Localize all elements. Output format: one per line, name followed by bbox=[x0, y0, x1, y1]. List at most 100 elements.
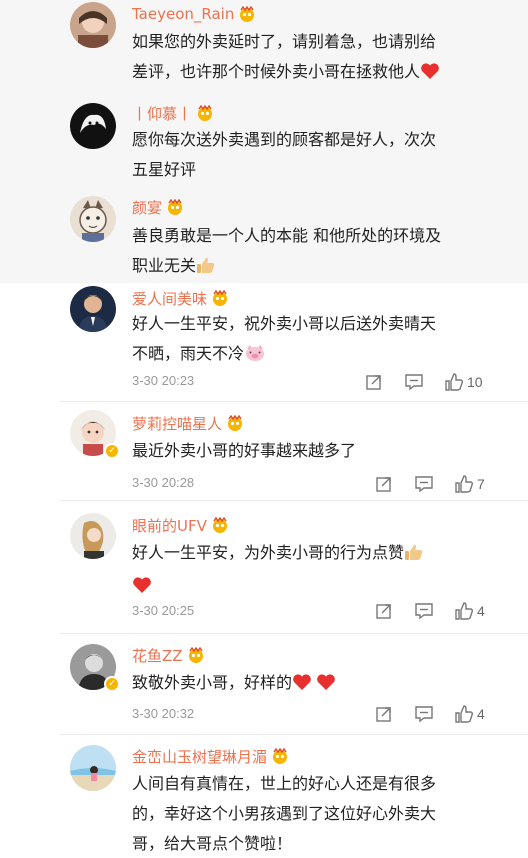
comment-item: 颜宴 善良勇敢是一个人的本能 和他所处的环境及 职业无关 bbox=[0, 187, 528, 283]
heart-icon bbox=[292, 671, 312, 701]
comment-line-text: 好人一生平安，为外卖小哥的行为点赞 bbox=[132, 543, 405, 562]
comment-author-row: 颜宴 bbox=[132, 196, 184, 218]
comment-line-text: 差评，也许那个时候外卖小哥在拯救他人 bbox=[132, 62, 421, 81]
vip-crown-icon bbox=[211, 516, 229, 533]
comment-actions: 7 bbox=[374, 474, 485, 494]
comment-line: 愿你每次送外卖遇到的顾客都是好人，次次 bbox=[132, 130, 437, 149]
verified-badge-icon: ✓ bbox=[104, 676, 120, 692]
like-icon[interactable] bbox=[444, 372, 464, 392]
comment-line: 不晒，雨天不冷 bbox=[132, 339, 484, 372]
username[interactable]: 爱人间美味 bbox=[132, 288, 207, 309]
comment-icon[interactable] bbox=[414, 601, 434, 621]
comment-item: 眼前的UFV 好人一生平安，为外卖小哥的行为点赞 3-30 20:25 4 bbox=[0, 501, 528, 633]
avatar[interactable] bbox=[70, 513, 116, 559]
repost-icon[interactable] bbox=[374, 601, 394, 621]
comment-line-text: 不晒，雨天不冷 bbox=[132, 344, 245, 363]
comment-line: 的，幸好这个小男孩遇到了这位好心外卖大 bbox=[132, 804, 437, 823]
comment-timestamp: 3-30 20:28 bbox=[132, 475, 195, 490]
like-count: 10 bbox=[467, 374, 483, 390]
comment-line-text: 职业无关 bbox=[132, 256, 197, 275]
like-icon[interactable] bbox=[454, 474, 474, 494]
username[interactable]: 萝莉控喵星人 bbox=[132, 413, 222, 434]
comment-line: 善良勇敢是一个人的本能 和他所处的环境及 bbox=[132, 226, 442, 245]
username[interactable]: 眼前的UFV bbox=[132, 515, 207, 536]
comment-item: ✓ 花鱼ZZ 致敬外卖小哥，好样的 3-30 20:32 4 bbox=[0, 634, 528, 734]
comment-author-row: 丨仰慕丨 bbox=[132, 102, 214, 124]
username[interactable]: 丨仰慕丨 bbox=[132, 103, 192, 124]
vip-crown-icon bbox=[271, 747, 289, 764]
comment-actions: 4 bbox=[374, 704, 485, 724]
avatar[interactable] bbox=[70, 103, 116, 149]
comment-author-row: 花鱼ZZ bbox=[132, 644, 205, 666]
comment-line bbox=[132, 571, 484, 604]
comment-line: 五星好评 bbox=[132, 160, 197, 179]
comment-text: 愿你每次送外卖遇到的顾客都是好人，次次 五星好评 bbox=[132, 125, 484, 185]
comment-text: 人间自有真情在，世上的好心人还是有很多 的，幸好这个小男孩遇到了这位好心外卖大 … bbox=[132, 769, 484, 858]
comment-line: 差评，也许那个时候外卖小哥在拯救他人 bbox=[132, 57, 484, 90]
comment-line: 职业无关 bbox=[132, 251, 484, 284]
comment-timestamp: 3-30 20:32 bbox=[132, 706, 195, 721]
like-count: 4 bbox=[477, 706, 485, 722]
comment-line: 哥，给大哥点个赞啦！ bbox=[132, 834, 293, 853]
thumbs-up-icon bbox=[404, 541, 424, 571]
comment-line: 好人一生平安，祝外卖小哥以后送外卖晴天 bbox=[132, 314, 437, 333]
comment-text: 好人一生平安，祝外卖小哥以后送外卖晴天 不晒，雨天不冷 bbox=[132, 309, 484, 372]
comment-item: Taeyeon_Rain 如果您的外卖延时了，请别着急，也请别给 差评，也许那个… bbox=[0, 0, 528, 95]
comment-feed: Taeyeon_Rain 如果您的外卖延时了，请别着急，也请别给 差评，也许那个… bbox=[0, 0, 528, 858]
comment-icon[interactable] bbox=[414, 704, 434, 724]
comment-item: 爱人间美味 好人一生平安，祝外卖小哥以后送外卖晴天 不晒，雨天不冷 3-30 2… bbox=[0, 283, 528, 401]
comment-author-row: 金峦山玉树望琳月湄 bbox=[132, 745, 289, 767]
comment-text: 善良勇敢是一个人的本能 和他所处的环境及 职业无关 bbox=[132, 221, 484, 284]
comment-author-row: 萝莉控喵星人 bbox=[132, 412, 244, 434]
avatar[interactable] bbox=[70, 286, 116, 332]
avatar[interactable] bbox=[70, 2, 116, 48]
comment-actions: 10 bbox=[364, 372, 483, 392]
comment-line: 如果您的外卖延时了，请别着急，也请别给 bbox=[132, 32, 437, 51]
comment-line: 最近外卖小哥的好事越来越多了 bbox=[132, 441, 357, 460]
repost-icon[interactable] bbox=[374, 704, 394, 724]
heart-icon bbox=[132, 574, 152, 604]
comment-author-row: Taeyeon_Rain bbox=[132, 3, 256, 25]
thumbs-up-icon bbox=[196, 254, 216, 284]
username[interactable]: 花鱼ZZ bbox=[132, 645, 183, 666]
comment-author-row: 爱人间美味 bbox=[132, 287, 229, 309]
comment-text: 致敬外卖小哥，好样的 bbox=[132, 668, 484, 701]
avatar[interactable] bbox=[70, 196, 116, 242]
comment-line-text: 致敬外卖小哥，好样的 bbox=[132, 673, 293, 692]
vip-crown-icon bbox=[196, 104, 214, 121]
comment-text: 如果您的外卖延时了，请别着急，也请别给 差评，也许那个时候外卖小哥在拯救他人 bbox=[132, 27, 484, 90]
verified-badge-icon: ✓ bbox=[104, 443, 120, 459]
comment-text: 最近外卖小哥的好事越来越多了 bbox=[132, 436, 484, 466]
vip-crown-icon bbox=[226, 414, 244, 431]
repost-icon[interactable] bbox=[364, 372, 384, 392]
comment-actions: 4 bbox=[374, 601, 485, 621]
comment-icon[interactable] bbox=[414, 474, 434, 494]
vip-crown-icon bbox=[187, 646, 205, 663]
like-icon[interactable] bbox=[454, 601, 474, 621]
username[interactable]: 颜宴 bbox=[132, 197, 162, 218]
heart-icon bbox=[316, 671, 336, 701]
pig-face-icon bbox=[244, 342, 266, 372]
comment-timestamp: 3-30 20:23 bbox=[132, 373, 195, 388]
repost-icon[interactable] bbox=[374, 474, 394, 494]
comment-item: 丨仰慕丨 愿你每次送外卖遇到的顾客都是好人，次次 五星好评 bbox=[0, 95, 528, 187]
comment-item: ✓ 萝莉控喵星人 最近外卖小哥的好事越来越多了 3-30 20:28 7 bbox=[0, 402, 528, 500]
vip-crown-icon bbox=[211, 289, 229, 306]
avatar[interactable] bbox=[70, 745, 116, 791]
vip-crown-icon bbox=[166, 198, 184, 215]
like-count: 4 bbox=[477, 603, 485, 619]
like-icon[interactable] bbox=[454, 704, 474, 724]
comment-author-row: 眼前的UFV bbox=[132, 514, 229, 536]
like-count: 7 bbox=[477, 476, 485, 492]
comment-timestamp: 3-30 20:25 bbox=[132, 603, 195, 618]
comment-line: 好人一生平安，为外卖小哥的行为点赞 bbox=[132, 538, 484, 571]
username[interactable]: Taeyeon_Rain bbox=[132, 5, 234, 23]
comment-icon[interactable] bbox=[404, 372, 424, 392]
heart-icon bbox=[420, 60, 440, 90]
comment-text: 好人一生平安，为外卖小哥的行为点赞 bbox=[132, 538, 484, 604]
comment-item: 金峦山玉树望琳月湄 人间自有真情在，世上的好心人还是有很多 的，幸好这个小男孩遇… bbox=[0, 735, 528, 858]
comment-line: 人间自有真情在，世上的好心人还是有很多 bbox=[132, 774, 437, 793]
username[interactable]: 金峦山玉树望琳月湄 bbox=[132, 746, 267, 767]
vip-crown-icon bbox=[238, 5, 256, 22]
comment-line: 致敬外卖小哥，好样的 bbox=[132, 668, 484, 701]
